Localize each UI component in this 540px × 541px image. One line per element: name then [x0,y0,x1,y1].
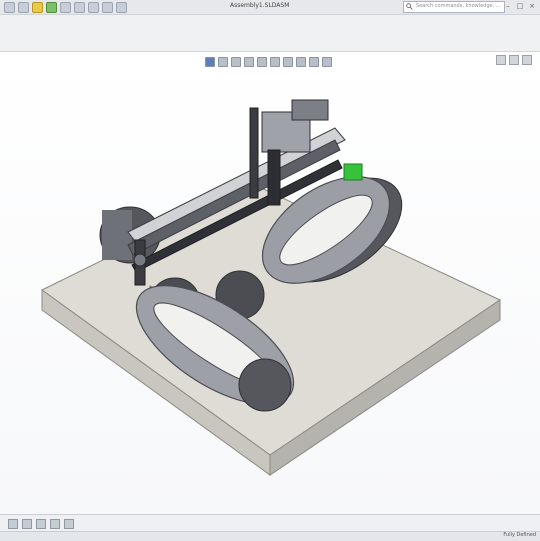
motion-study-tab-icon[interactable] [22,519,32,529]
settings-tab-icon[interactable] [64,519,74,529]
layout-tab-icon[interactable] [50,519,60,529]
assembly-model [41,99,502,476]
view-tab-icon[interactable] [36,519,46,529]
model-tabs [8,519,74,529]
bottom-bar: Fully Defined [0,514,540,541]
model-tab-icon[interactable] [8,519,18,529]
status-text: Fully Defined [503,532,536,538]
green-marker [343,163,363,181]
